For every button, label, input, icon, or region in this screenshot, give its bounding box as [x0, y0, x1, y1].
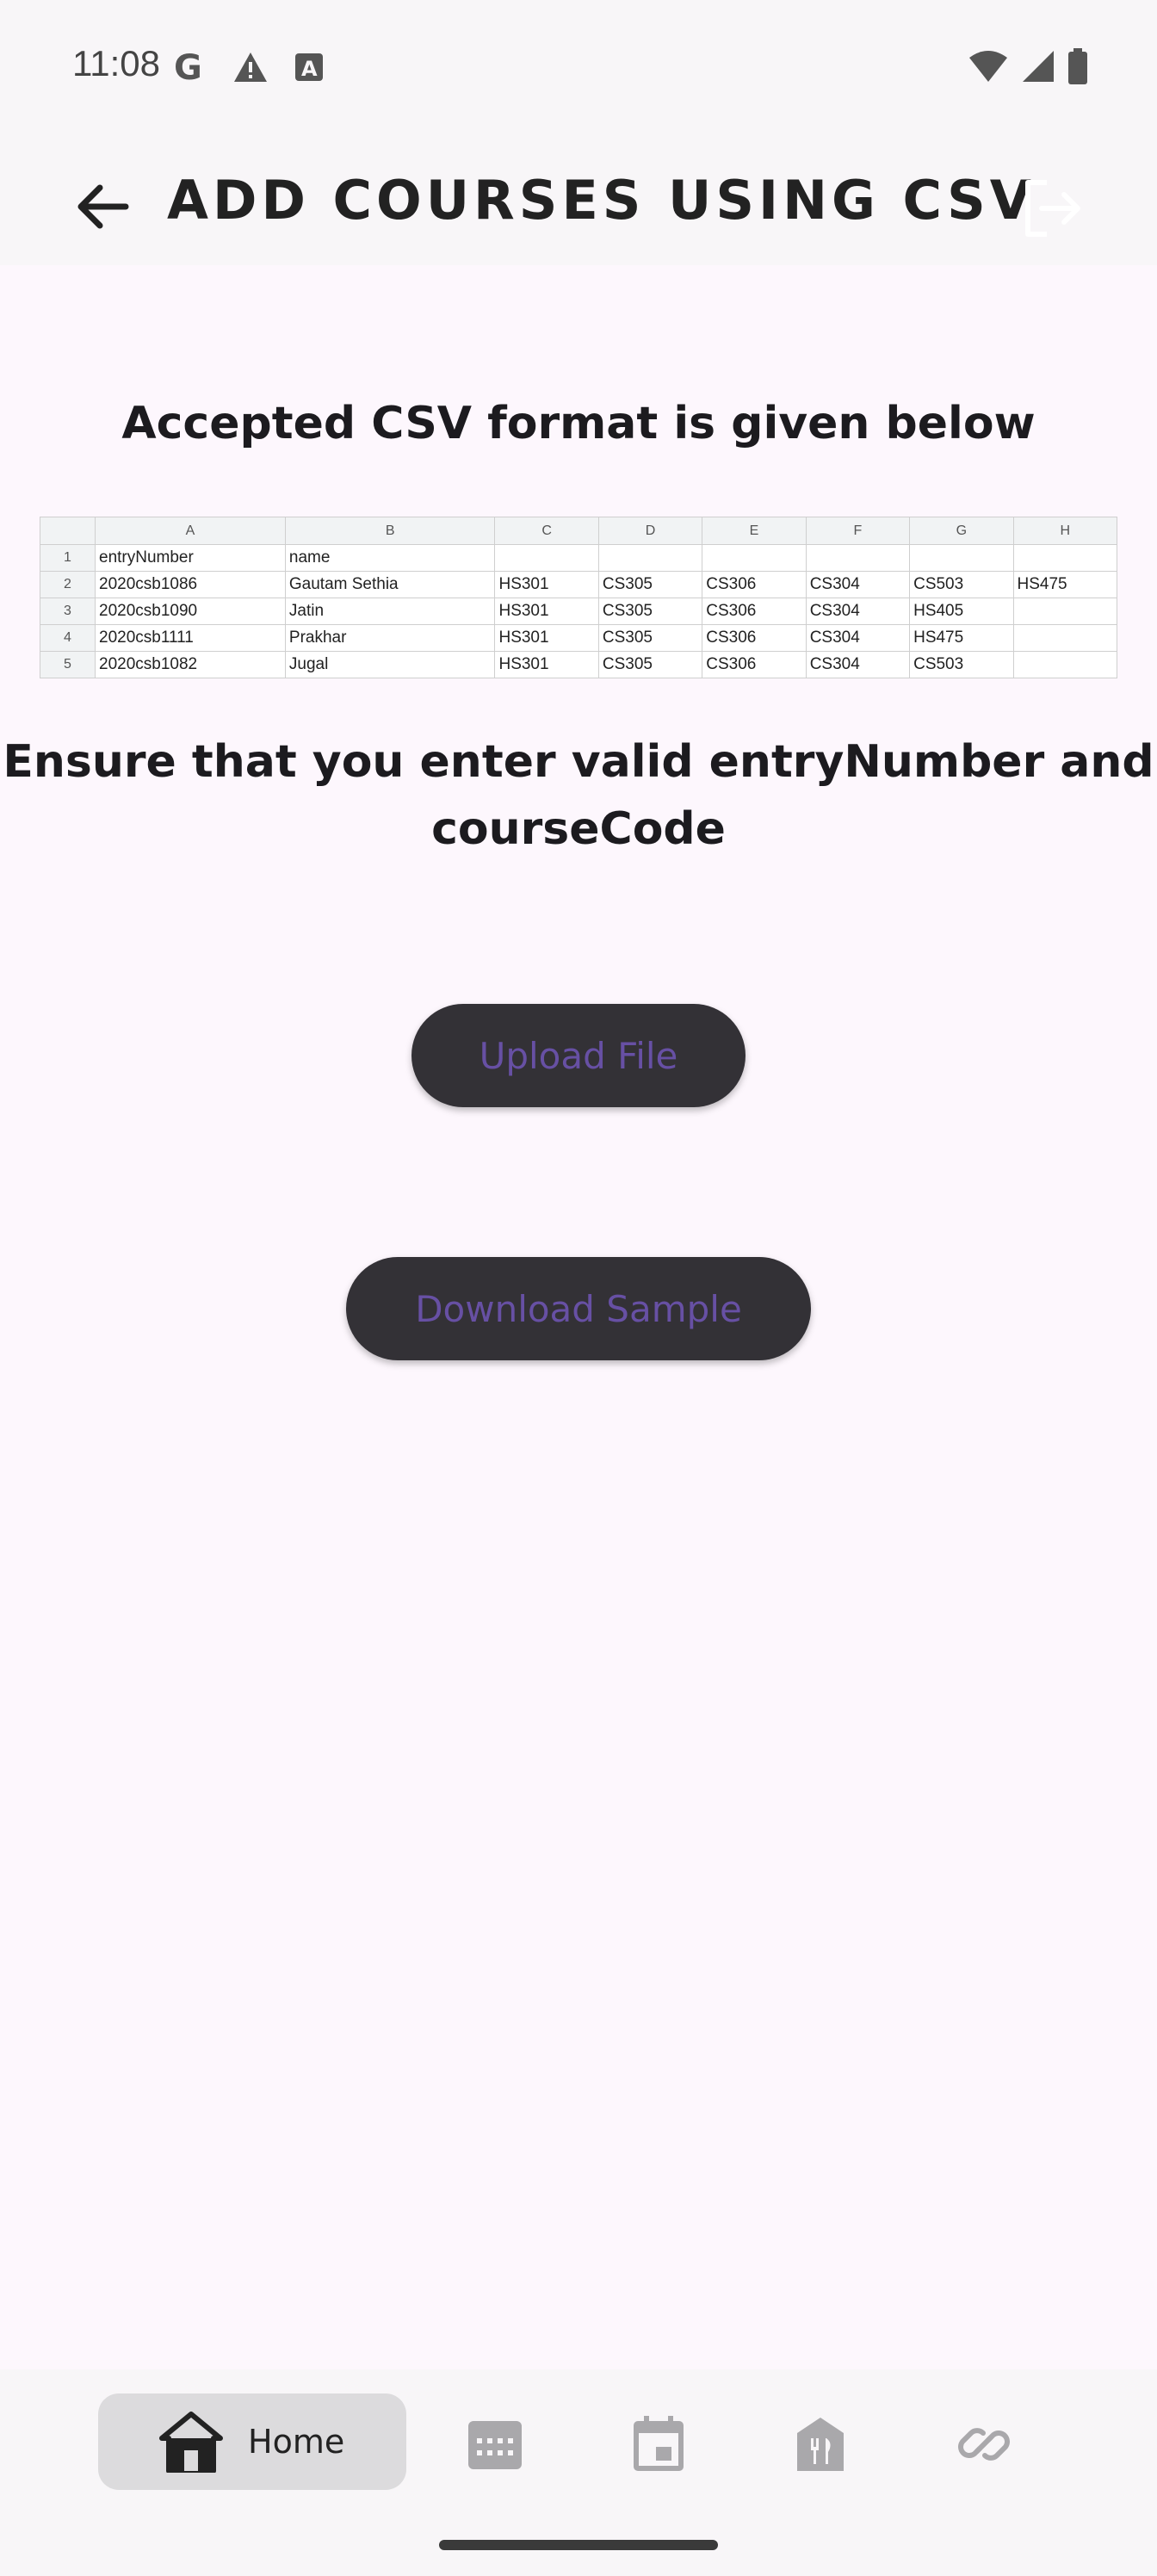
status-icons-right — [968, 48, 1088, 84]
google-icon: G — [174, 50, 202, 84]
csv-column-header: A — [95, 517, 286, 545]
csv-cell — [597, 544, 703, 572]
csv-column-header: D — [597, 517, 703, 545]
csv-cell: CS304 — [805, 651, 911, 678]
link-icon — [958, 2428, 1010, 2461]
app-bar: ADD COURSES USING CSV — [0, 138, 1157, 265]
csv-cell: HS301 — [494, 624, 599, 652]
battery-icon — [1068, 48, 1087, 84]
csv-cell: HS475 — [1012, 571, 1117, 598]
csv-cell — [1012, 651, 1117, 678]
csv-cell: CS503 — [909, 571, 1014, 598]
home-icon — [159, 2412, 223, 2473]
restaurant-icon — [797, 2418, 844, 2471]
csv-cell: CS304 — [805, 598, 911, 625]
csv-cell — [1012, 598, 1117, 625]
csv-row: 1 entryNumber name — [40, 544, 1117, 572]
csv-cell: CS305 — [597, 571, 703, 598]
csv-cell: CS306 — [702, 571, 807, 598]
csv-cell: CS503 — [909, 651, 1014, 678]
nav-item-home[interactable]: Home — [98, 2393, 406, 2490]
home-indicator[interactable] — [439, 2540, 718, 2550]
calendar-grid-icon — [468, 2421, 522, 2469]
csv-cell: CS306 — [702, 598, 807, 625]
csv-cell: Jugal — [284, 651, 496, 678]
csv-cell: Gautam Sethia — [284, 571, 496, 598]
csv-cell: CS306 — [702, 651, 807, 678]
csv-cell: HS301 — [494, 571, 599, 598]
csv-cell: CS304 — [805, 571, 911, 598]
instruction-text: Ensure that you enter valid entryNumber … — [3, 736, 1154, 855]
nav-item-calendar[interactable] — [465, 2414, 525, 2474]
arrow-back-icon — [77, 184, 129, 229]
csv-row-number: 5 — [40, 651, 96, 678]
nav-item-links[interactable] — [954, 2414, 1014, 2474]
svg-text:A: A — [301, 57, 318, 81]
page-title: ADD COURSES USING CSV — [167, 169, 1036, 232]
csv-cell: CS305 — [597, 624, 703, 652]
csv-cell: 2020csb1082 — [95, 651, 286, 678]
csv-cell: HS301 — [494, 651, 599, 678]
csv-cell — [702, 544, 807, 572]
csv-row-number: 3 — [40, 598, 96, 625]
csv-column-header: C — [494, 517, 599, 545]
csv-row: 2 2020csb1086 Gautam Sethia HS301 CS305 … — [40, 571, 1117, 598]
status-time: 11:08 — [72, 43, 160, 84]
nav-item-home-label: Home — [248, 2423, 345, 2461]
csv-cell: Jatin — [284, 598, 496, 625]
csv-column-header: F — [805, 517, 911, 545]
status-bar: 11:08 G A — [0, 0, 1157, 138]
csv-cell: CS305 — [597, 598, 703, 625]
csv-row-number: 1 — [40, 544, 96, 572]
csv-cell: CS305 — [597, 651, 703, 678]
csv-cell: CS306 — [702, 624, 807, 652]
upload-file-button[interactable]: Upload File — [411, 1004, 746, 1107]
csv-cell: 2020csb1111 — [95, 624, 286, 652]
csv-cell — [494, 544, 599, 572]
csv-sample-image: A B C D E F G H 1 entryNumber name 2 202… — [40, 517, 1117, 678]
nav-item-food[interactable] — [790, 2414, 851, 2474]
csv-cell — [909, 544, 1014, 572]
csv-cell — [1012, 624, 1117, 652]
csv-cell: 2020csb1086 — [95, 571, 286, 598]
csv-column-header: G — [909, 517, 1014, 545]
csv-row-number: 4 — [40, 624, 96, 652]
cellular-signal-icon — [1023, 51, 1054, 82]
csv-column-header: E — [702, 517, 807, 545]
svg-text:G: G — [174, 50, 202, 84]
csv-cell: HS475 — [909, 624, 1014, 652]
csv-column-header: H — [1012, 517, 1117, 545]
nav-item-events[interactable] — [628, 2414, 689, 2474]
warning-icon — [234, 53, 267, 82]
csv-cell — [805, 544, 911, 572]
download-sample-button[interactable]: Download Sample — [346, 1257, 811, 1360]
csv-sample-table: A B C D E F G H 1 entryNumber name 2 202… — [40, 517, 1117, 678]
csv-header-row: A B C D E F G H — [40, 517, 1117, 545]
csv-row: 5 2020csb1082 Jugal HS301 CS305 CS306 CS… — [40, 651, 1117, 678]
csv-cell: 2020csb1090 — [95, 598, 286, 625]
csv-row-number: 2 — [40, 571, 96, 598]
text-a-icon: A — [295, 53, 323, 81]
status-icons-left: G A — [172, 50, 324, 84]
logout-icon — [1025, 180, 1080, 237]
csv-cell: CS304 — [805, 624, 911, 652]
csv-cell: name — [284, 544, 496, 572]
wifi-icon — [969, 51, 1007, 82]
csv-row: 3 2020csb1090 Jatin HS301 CS305 CS306 CS… — [40, 598, 1117, 625]
csv-cell: HS405 — [909, 598, 1014, 625]
csv-cell: HS301 — [494, 598, 599, 625]
csv-format-heading: Accepted CSV format is given below — [121, 398, 1036, 449]
logout-button[interactable] — [1016, 174, 1085, 243]
csv-corner-cell — [40, 517, 96, 545]
back-button[interactable] — [69, 172, 138, 241]
csv-cell: entryNumber — [95, 544, 286, 572]
csv-row: 4 2020csb1111 Prakhar HS301 CS305 CS306 … — [40, 624, 1117, 652]
csv-cell: Prakhar — [284, 624, 496, 652]
csv-column-header: B — [284, 517, 496, 545]
csv-cell — [1012, 544, 1117, 572]
event-icon — [634, 2416, 684, 2471]
